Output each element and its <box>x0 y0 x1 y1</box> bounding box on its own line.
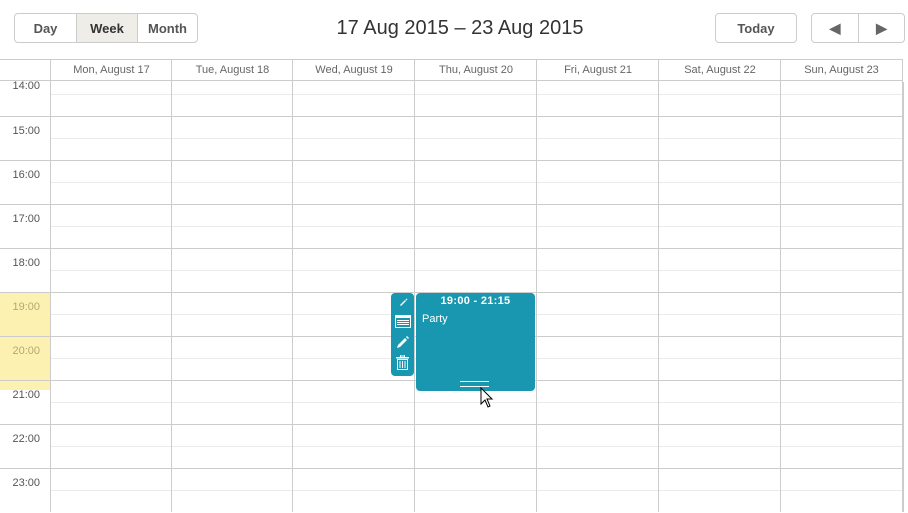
hour-row[interactable]: 15:00 <box>0 117 903 161</box>
hour-row[interactable]: 14:00 <box>0 73 903 117</box>
details-icon <box>394 314 411 328</box>
triangle-right-icon: ▶ <box>876 19 887 36</box>
time-label: 19:00 <box>12 301 40 313</box>
navigation-group: ◀ ▶ <box>811 13 905 43</box>
today-button[interactable]: Today <box>716 14 796 42</box>
hour-row[interactable]: 17:00 <box>0 205 903 249</box>
mouse-cursor-icon <box>480 387 494 408</box>
day-divider <box>50 81 51 512</box>
day-view-button[interactable]: Day <box>15 14 76 42</box>
time-label: 21:00 <box>12 389 40 401</box>
time-label: 20:00 <box>12 345 40 357</box>
time-label: 17:00 <box>12 213 40 225</box>
triangle-left-icon: ◀ <box>829 19 841 36</box>
delete-button[interactable] <box>391 352 414 372</box>
day-divider <box>536 81 537 512</box>
week-view-button[interactable]: Week <box>76 14 137 42</box>
scrollbar[interactable] <box>903 82 908 512</box>
month-view-button[interactable]: Month <box>137 14 197 42</box>
pencil-icon <box>399 298 407 306</box>
time-label: 15:00 <box>12 125 40 137</box>
time-label: 18:00 <box>12 257 40 269</box>
time-label: 23:00 <box>12 477 40 489</box>
today-group: Today <box>715 13 797 43</box>
next-button[interactable]: ▶ <box>857 14 904 42</box>
trash-icon <box>396 354 409 370</box>
day-divider <box>171 81 172 512</box>
hour-row[interactable]: 23:00 <box>0 469 903 513</box>
time-label: 22:00 <box>12 433 40 445</box>
edit-icon <box>397 335 409 348</box>
view-switcher: Day Week Month <box>14 13 198 43</box>
day-divider <box>780 81 781 512</box>
event-toolbar <box>391 293 414 376</box>
event-time: 19:00 - 21:15 <box>440 295 511 307</box>
details-button[interactable] <box>391 310 414 332</box>
previous-button[interactable]: ◀ <box>812 14 858 42</box>
time-label: 16:00 <box>12 169 40 181</box>
hour-row[interactable]: 22:00 <box>0 425 903 469</box>
event-title: Party <box>422 313 448 325</box>
hour-row[interactable]: 16:00 <box>0 161 903 205</box>
hour-row[interactable]: 18:00 <box>0 249 903 293</box>
calendar-toolbar: Day Week Month 17 Aug 2015 – 23 Aug 2015… <box>0 0 908 58</box>
calendar-event[interactable]: 19:00 - 21:15 Party <box>416 293 535 391</box>
day-divider <box>414 81 415 512</box>
date-range-title: 17 Aug 2015 – 23 Aug 2015 <box>336 17 584 39</box>
quick-edit-button[interactable] <box>391 294 414 310</box>
day-divider <box>658 81 659 512</box>
edit-button[interactable] <box>391 332 414 352</box>
time-label: 14:00 <box>12 80 40 92</box>
day-divider <box>292 81 293 512</box>
